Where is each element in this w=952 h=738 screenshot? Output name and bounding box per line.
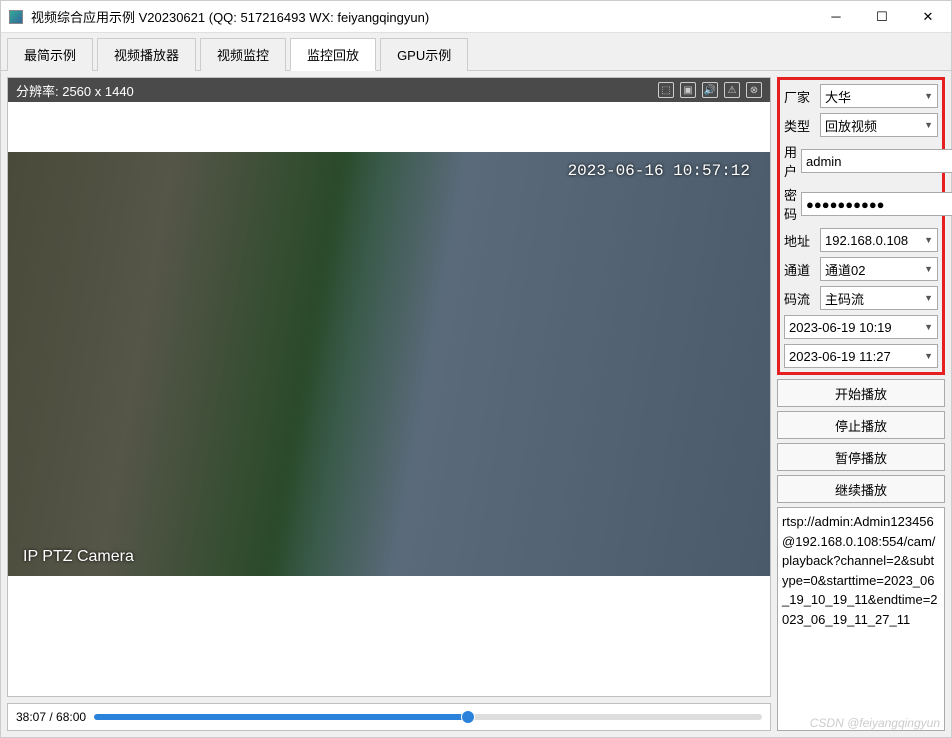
progress-row: 38:07 / 68:00 xyxy=(7,703,771,731)
close-video-icon[interactable]: ⊗ xyxy=(746,82,762,98)
row-stream: 码流 主码流▼ xyxy=(784,286,938,310)
row-vendor: 厂家 大华▼ xyxy=(784,84,938,108)
titlebar: 视频综合应用示例 V20230621 (QQ: 517216493 WX: fe… xyxy=(1,1,951,33)
row-end-time: 2023-06-19 11:27▼ xyxy=(784,344,938,368)
audio-icon[interactable]: 🔊 xyxy=(702,82,718,98)
label-password: 密码 xyxy=(784,185,797,223)
select-type[interactable]: 回放视频▼ xyxy=(820,113,938,137)
tab-bar: 最简示例 视频播放器 视频监控 监控回放 GPU示例 xyxy=(1,33,951,70)
tab-label: 视频播放器 xyxy=(114,48,179,63)
maximize-button[interactable]: ☐ xyxy=(859,2,905,32)
resume-button[interactable]: 继续播放 xyxy=(777,475,945,503)
datetime-start[interactable]: 2023-06-19 10:19▼ xyxy=(784,315,938,339)
snapshot-icon[interactable]: ▣ xyxy=(680,82,696,98)
chevron-down-icon: ▼ xyxy=(924,91,933,101)
select-vendor[interactable]: 大华▼ xyxy=(820,84,938,108)
video-area: 分辨率: 2560 x 1440 ⬚ ▣ 🔊 ⚠ ⊗ 2023-06-16 10… xyxy=(7,77,771,697)
window-title: 视频综合应用示例 V20230621 (QQ: 517216493 WX: fe… xyxy=(31,7,813,26)
select-address[interactable]: 192.168.0.108▼ xyxy=(820,228,938,252)
label-vendor: 厂家 xyxy=(784,87,816,106)
record-icon[interactable]: ⬚ xyxy=(658,82,674,98)
progress-slider[interactable] xyxy=(94,714,762,720)
row-start-time: 2023-06-19 10:19▼ xyxy=(784,315,938,339)
label-address: 地址 xyxy=(784,231,816,250)
slider-fill xyxy=(94,714,468,720)
row-channel: 通道 通道02▼ xyxy=(784,257,938,281)
stop-button[interactable]: 停止播放 xyxy=(777,411,945,439)
row-address: 地址 192.168.0.108▼ xyxy=(784,228,938,252)
url-output[interactable]: rtsp://admin:Admin123456@192.168.0.108:5… xyxy=(777,507,945,731)
close-button[interactable]: ✕ xyxy=(905,2,951,32)
row-password: 密码 xyxy=(784,185,938,223)
tab-playback[interactable]: 监控回放 xyxy=(290,38,376,71)
row-user: 用户 xyxy=(784,142,938,180)
tab-gpu[interactable]: GPU示例 xyxy=(380,38,468,71)
chevron-down-icon: ▼ xyxy=(924,322,933,332)
tab-monitor[interactable]: 视频监控 xyxy=(200,38,286,71)
window-controls: ─ ☐ ✕ xyxy=(813,2,951,32)
video-frame[interactable]: 2023-06-16 10:57:12 IP PTZ Camera xyxy=(8,102,770,696)
tab-label: 监控回放 xyxy=(307,48,359,63)
label-channel: 通道 xyxy=(784,260,816,279)
chevron-down-icon: ▼ xyxy=(924,264,933,274)
slider-thumb[interactable] xyxy=(461,710,475,724)
label-user: 用户 xyxy=(784,142,797,180)
tab-label: 最简示例 xyxy=(24,48,76,63)
label-type: 类型 xyxy=(784,116,816,135)
row-type: 类型 回放视频▼ xyxy=(784,113,938,137)
select-channel[interactable]: 通道02▼ xyxy=(820,257,938,281)
left-panel: 分辨率: 2560 x 1440 ⬚ ▣ 🔊 ⚠ ⊗ 2023-06-16 10… xyxy=(7,77,771,731)
resolution-label: 分辨率: 2560 x 1440 xyxy=(16,81,134,100)
input-user[interactable] xyxy=(801,149,952,173)
label-stream: 码流 xyxy=(784,289,816,308)
minimize-button[interactable]: ─ xyxy=(813,2,859,32)
start-button[interactable]: 开始播放 xyxy=(777,379,945,407)
chevron-down-icon: ▼ xyxy=(924,235,933,245)
input-password[interactable] xyxy=(801,192,952,216)
osd-camera: IP PTZ Camera xyxy=(23,548,134,566)
right-panel: 厂家 大华▼ 类型 回放视频▼ 用户 密码 地址 192.168.0.1 xyxy=(777,77,945,731)
chevron-down-icon: ▼ xyxy=(924,351,933,361)
video-image xyxy=(8,152,770,576)
alarm-icon[interactable]: ⚠ xyxy=(724,82,740,98)
video-header-icons: ⬚ ▣ 🔊 ⚠ ⊗ xyxy=(658,82,762,98)
tab-player[interactable]: 视频播放器 xyxy=(97,38,196,71)
chevron-down-icon: ▼ xyxy=(924,120,933,130)
chevron-down-icon: ▼ xyxy=(924,293,933,303)
video-header: 分辨率: 2560 x 1440 ⬚ ▣ 🔊 ⚠ ⊗ xyxy=(8,78,770,102)
app-window: 视频综合应用示例 V20230621 (QQ: 517216493 WX: fe… xyxy=(0,0,952,738)
select-stream[interactable]: 主码流▼ xyxy=(820,286,938,310)
content-area: 分辨率: 2560 x 1440 ⬚ ▣ 🔊 ⚠ ⊗ 2023-06-16 10… xyxy=(1,70,951,737)
osd-timestamp: 2023-06-16 10:57:12 xyxy=(568,162,750,180)
config-form: 厂家 大华▼ 类型 回放视频▼ 用户 密码 地址 192.168.0.1 xyxy=(777,77,945,375)
datetime-end[interactable]: 2023-06-19 11:27▼ xyxy=(784,344,938,368)
tab-simple[interactable]: 最简示例 xyxy=(7,38,93,71)
progress-time: 38:07 / 68:00 xyxy=(16,710,86,724)
app-icon xyxy=(9,10,23,24)
tab-label: 视频监控 xyxy=(217,48,269,63)
tab-label: GPU示例 xyxy=(397,48,451,63)
pause-button[interactable]: 暂停播放 xyxy=(777,443,945,471)
